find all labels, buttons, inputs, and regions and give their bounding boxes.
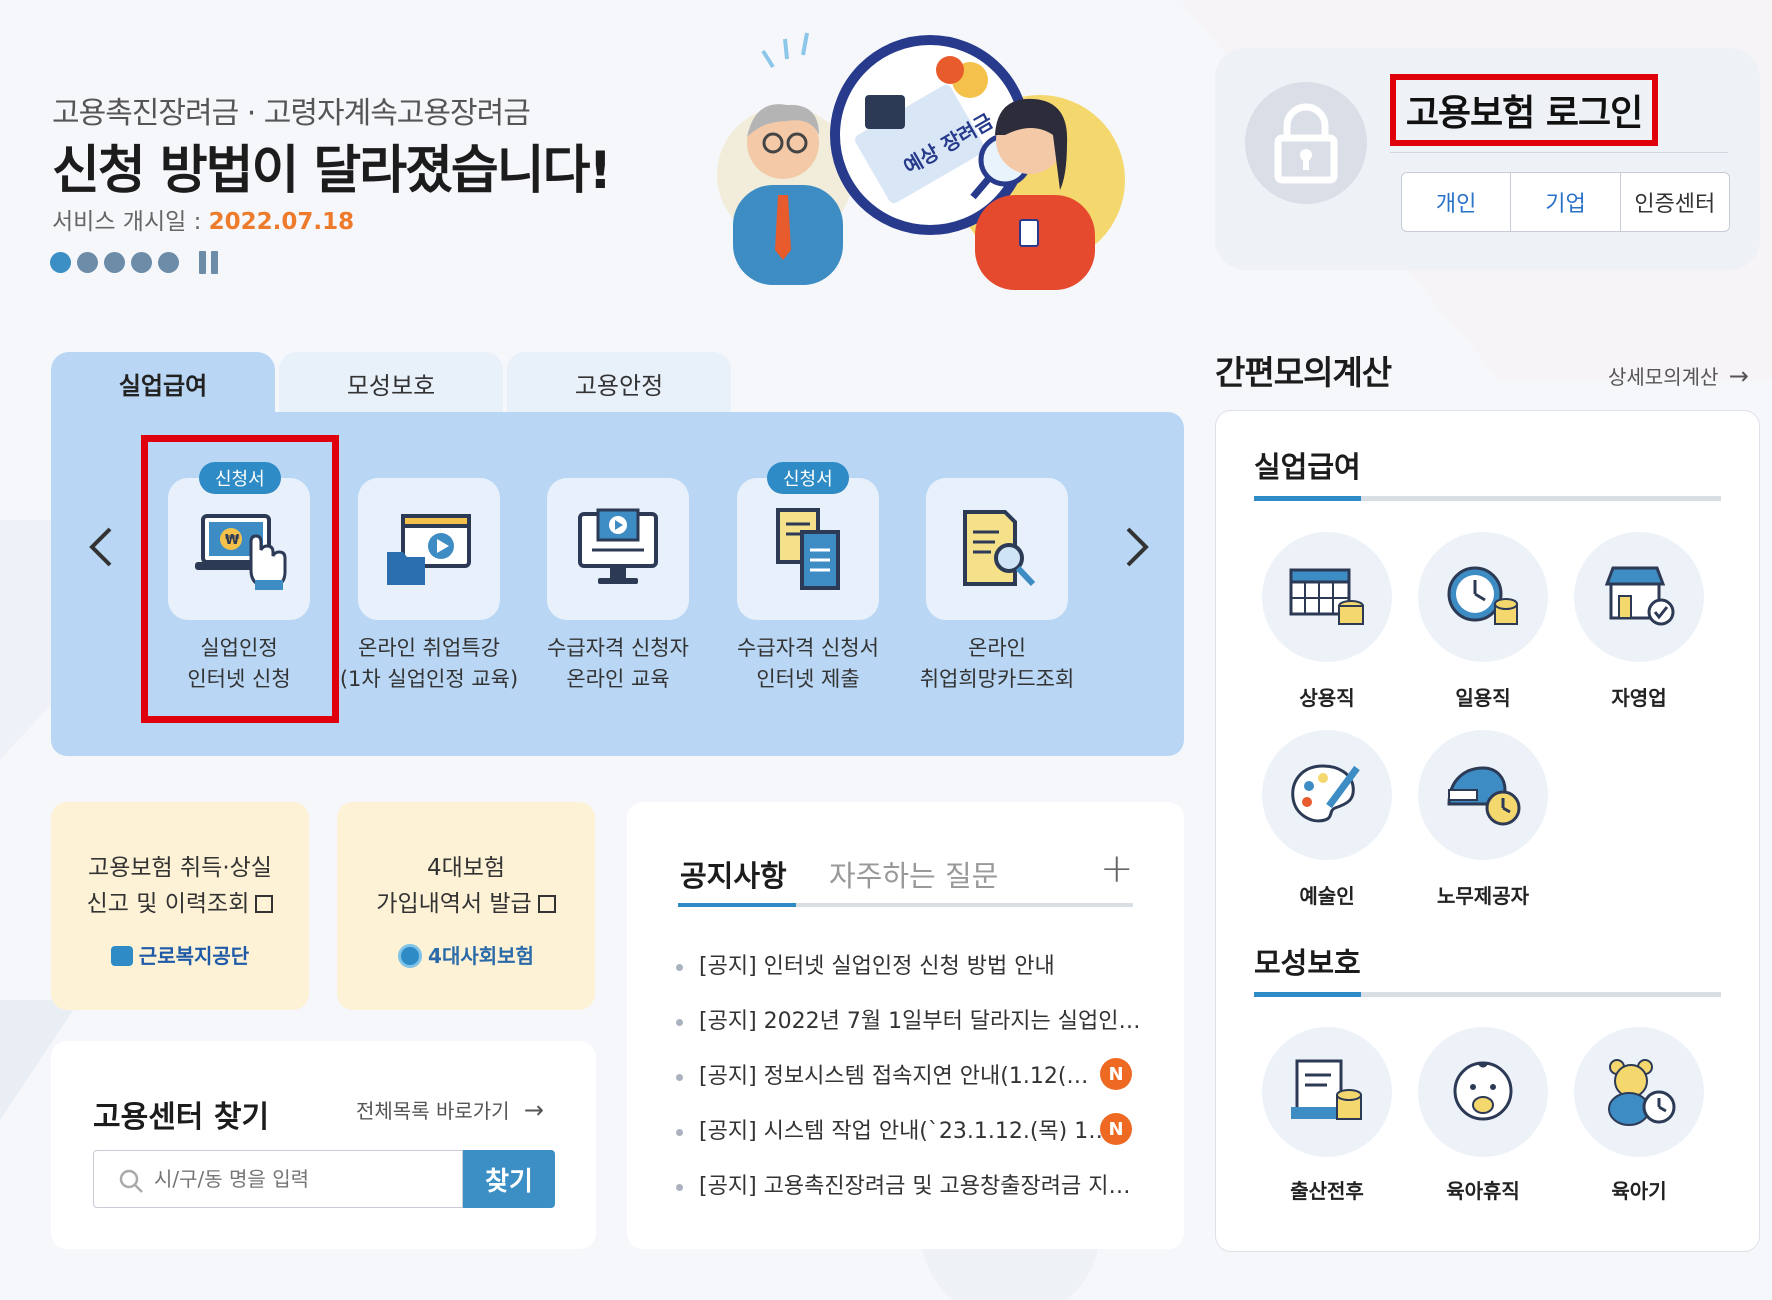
service-label: 온라인 취업희망카드조회 bbox=[919, 636, 1075, 691]
teddy-clock-icon bbox=[1608, 1059, 1676, 1126]
find-button[interactable]: 찾기 bbox=[463, 1150, 555, 1208]
external-link-icon bbox=[537, 895, 556, 913]
calc-childcare-leave[interactable] bbox=[1418, 1027, 1548, 1157]
calc-label: 상용직 bbox=[1299, 686, 1355, 710]
tab-employment-stability[interactable]: 고용안정 bbox=[507, 352, 731, 414]
tab-unemployment-benefit[interactable]: 실업급여 bbox=[51, 352, 275, 414]
calc-self-employed[interactable] bbox=[1574, 532, 1704, 662]
notice-tab-underline bbox=[678, 903, 1133, 907]
login-personal-button[interactable]: 개인 bbox=[1402, 173, 1512, 231]
notice-item[interactable]: [공지] 시스템 작업 안내(`23.1.12.(목) 1… bbox=[676, 1113, 1110, 1145]
service-card-online-education[interactable] bbox=[547, 478, 689, 620]
notice-item[interactable]: [공지] 인터넷 실업인정 신청 방법 안내 bbox=[676, 948, 1055, 980]
calc-label: 노무제공자 bbox=[1437, 884, 1529, 908]
highlight-box bbox=[141, 435, 339, 723]
divider bbox=[1390, 152, 1728, 153]
pause-icon[interactable] bbox=[199, 251, 218, 274]
banner-date: 서비스 개시일 : 2022.07.18 bbox=[52, 202, 354, 236]
lock-icon bbox=[1245, 82, 1367, 204]
service-card-online-lecture[interactable] bbox=[358, 478, 500, 620]
banner-subtitle: 고용촉진장려금 · 고령자계속고용장려금 bbox=[52, 96, 531, 131]
find-center-title: 고용센터 찾기 bbox=[93, 1100, 270, 1135]
notice-item[interactable]: [공지] 정보시스템 접속지연 안내(1.12(… bbox=[676, 1058, 1088, 1090]
login-button-group: 개인 기업 인증센터 bbox=[1401, 172, 1730, 232]
service-card-job-hope-card[interactable] bbox=[926, 478, 1068, 620]
login-company-button[interactable]: 기업 bbox=[1511, 173, 1621, 231]
banner-illustration: 예상 장려금 bbox=[717, 32, 1125, 290]
card-text: 4대보험 bbox=[426, 855, 506, 881]
slide-dot-5[interactable] bbox=[158, 252, 179, 273]
login-title[interactable]: 고용보험 로그인 bbox=[1390, 74, 1658, 146]
card-text: 가입내역서 발급 bbox=[376, 891, 532, 917]
banner-date-label: 서비스 개시일 : bbox=[52, 209, 202, 235]
calc-childcare-period[interactable] bbox=[1574, 1027, 1704, 1157]
new-badge: N bbox=[1100, 1113, 1132, 1145]
slide-dot-1[interactable] bbox=[50, 252, 71, 273]
insurance-certificate-card[interactable]: 4대보험가입내역서 발급 4대사회보험 bbox=[337, 802, 595, 1010]
application-badge: 신청서 bbox=[767, 462, 849, 494]
comwel-logo: 근로복지공단 bbox=[51, 940, 309, 969]
helmet-clock-icon bbox=[1447, 766, 1521, 826]
section-title-unemployment: 실업급여 bbox=[1254, 450, 1361, 484]
calc-label: 예술인 bbox=[1299, 884, 1355, 908]
banner-pagination bbox=[50, 251, 218, 274]
prev-arrow-icon[interactable] bbox=[86, 525, 116, 581]
next-arrow-icon[interactable] bbox=[1122, 525, 1152, 581]
calc-label: 일용직 bbox=[1455, 686, 1511, 710]
arrow-right-icon: → bbox=[523, 1096, 545, 1124]
clock-coins-icon bbox=[1447, 566, 1518, 625]
calc-daily-worker[interactable] bbox=[1418, 532, 1548, 662]
insurance-history-card[interactable]: 고용보험 취득·상실신고 및 이력조회 근로복지공단 bbox=[51, 802, 309, 1010]
video-folder-icon bbox=[387, 514, 471, 585]
tab-faq[interactable]: 자주하는 질문 bbox=[829, 853, 998, 895]
find-center-panel bbox=[51, 1041, 596, 1249]
documents-icon bbox=[776, 508, 840, 590]
new-badge: N bbox=[1100, 1058, 1132, 1090]
calc-label: 육아기 bbox=[1611, 1179, 1667, 1203]
document-search-icon bbox=[963, 510, 1036, 587]
notice-item[interactable]: [공지] 2022년 7월 1일부터 달라지는 실업인… bbox=[676, 1003, 1140, 1035]
service-card-qualification-application[interactable] bbox=[737, 478, 879, 620]
document-coins-icon bbox=[1291, 1059, 1362, 1120]
calc-artist[interactable] bbox=[1262, 730, 1392, 860]
calc-regular-worker[interactable] bbox=[1262, 532, 1392, 662]
card-text: 고용보험 취득·상실 bbox=[88, 855, 272, 881]
notice-item[interactable]: [공지] 고용촉진장려금 및 고용창출장려금 지… bbox=[676, 1168, 1130, 1200]
service-label: 수급자격 신청서 인터넷 제출 bbox=[737, 636, 879, 691]
search-icon bbox=[118, 1168, 144, 1198]
monitor-play-icon bbox=[578, 508, 658, 584]
section-underline bbox=[1254, 992, 1721, 997]
card-text: 신고 및 이력조회 bbox=[86, 891, 250, 917]
service-label: 수급자격 신청자 온라인 교육 bbox=[547, 636, 689, 691]
social-insurance-logo: 4대사회보험 bbox=[337, 940, 595, 969]
section-title-maternity: 모성보호 bbox=[1254, 946, 1361, 980]
center-search-input[interactable] bbox=[93, 1150, 463, 1208]
calendar-coins-icon bbox=[1289, 568, 1364, 625]
calc-childbirth[interactable] bbox=[1262, 1027, 1392, 1157]
simple-calculator-title: 간편모의계산 bbox=[1215, 353, 1392, 392]
calc-label: 육아휴직 bbox=[1446, 1179, 1520, 1203]
palette-icon bbox=[1291, 764, 1360, 823]
external-link-icon bbox=[255, 895, 274, 913]
section-underline bbox=[1254, 496, 1721, 501]
baby-icon bbox=[1453, 1061, 1513, 1121]
slide-dot-3[interactable] bbox=[104, 252, 125, 273]
banner-date-value: 2022.07.18 bbox=[208, 209, 355, 235]
certificate-center-button[interactable]: 인증센터 bbox=[1621, 173, 1729, 231]
service-label: 온라인 취업특강 (1차 실업인정 교육) bbox=[339, 636, 519, 691]
detailed-calculator-link[interactable]: 상세모의계산 → bbox=[1608, 361, 1749, 390]
tab-maternity-protection[interactable]: 모성보호 bbox=[279, 352, 503, 414]
store-check-icon bbox=[1604, 566, 1675, 626]
calc-labor-provider[interactable] bbox=[1418, 730, 1548, 860]
full-list-link[interactable]: 전체목록 바로가기 → bbox=[356, 1095, 544, 1124]
calc-label: 출산전후 bbox=[1290, 1179, 1364, 1203]
plus-icon[interactable]: + bbox=[1100, 846, 1134, 892]
slide-dot-2[interactable] bbox=[77, 252, 98, 273]
banner-title: 신청 방법이 달라졌습니다! bbox=[52, 141, 612, 201]
arrow-right-icon: → bbox=[1728, 362, 1749, 390]
tab-notice[interactable]: 공지사항 bbox=[680, 853, 787, 895]
slide-dot-4[interactable] bbox=[131, 252, 152, 273]
calc-label: 자영업 bbox=[1611, 686, 1667, 710]
